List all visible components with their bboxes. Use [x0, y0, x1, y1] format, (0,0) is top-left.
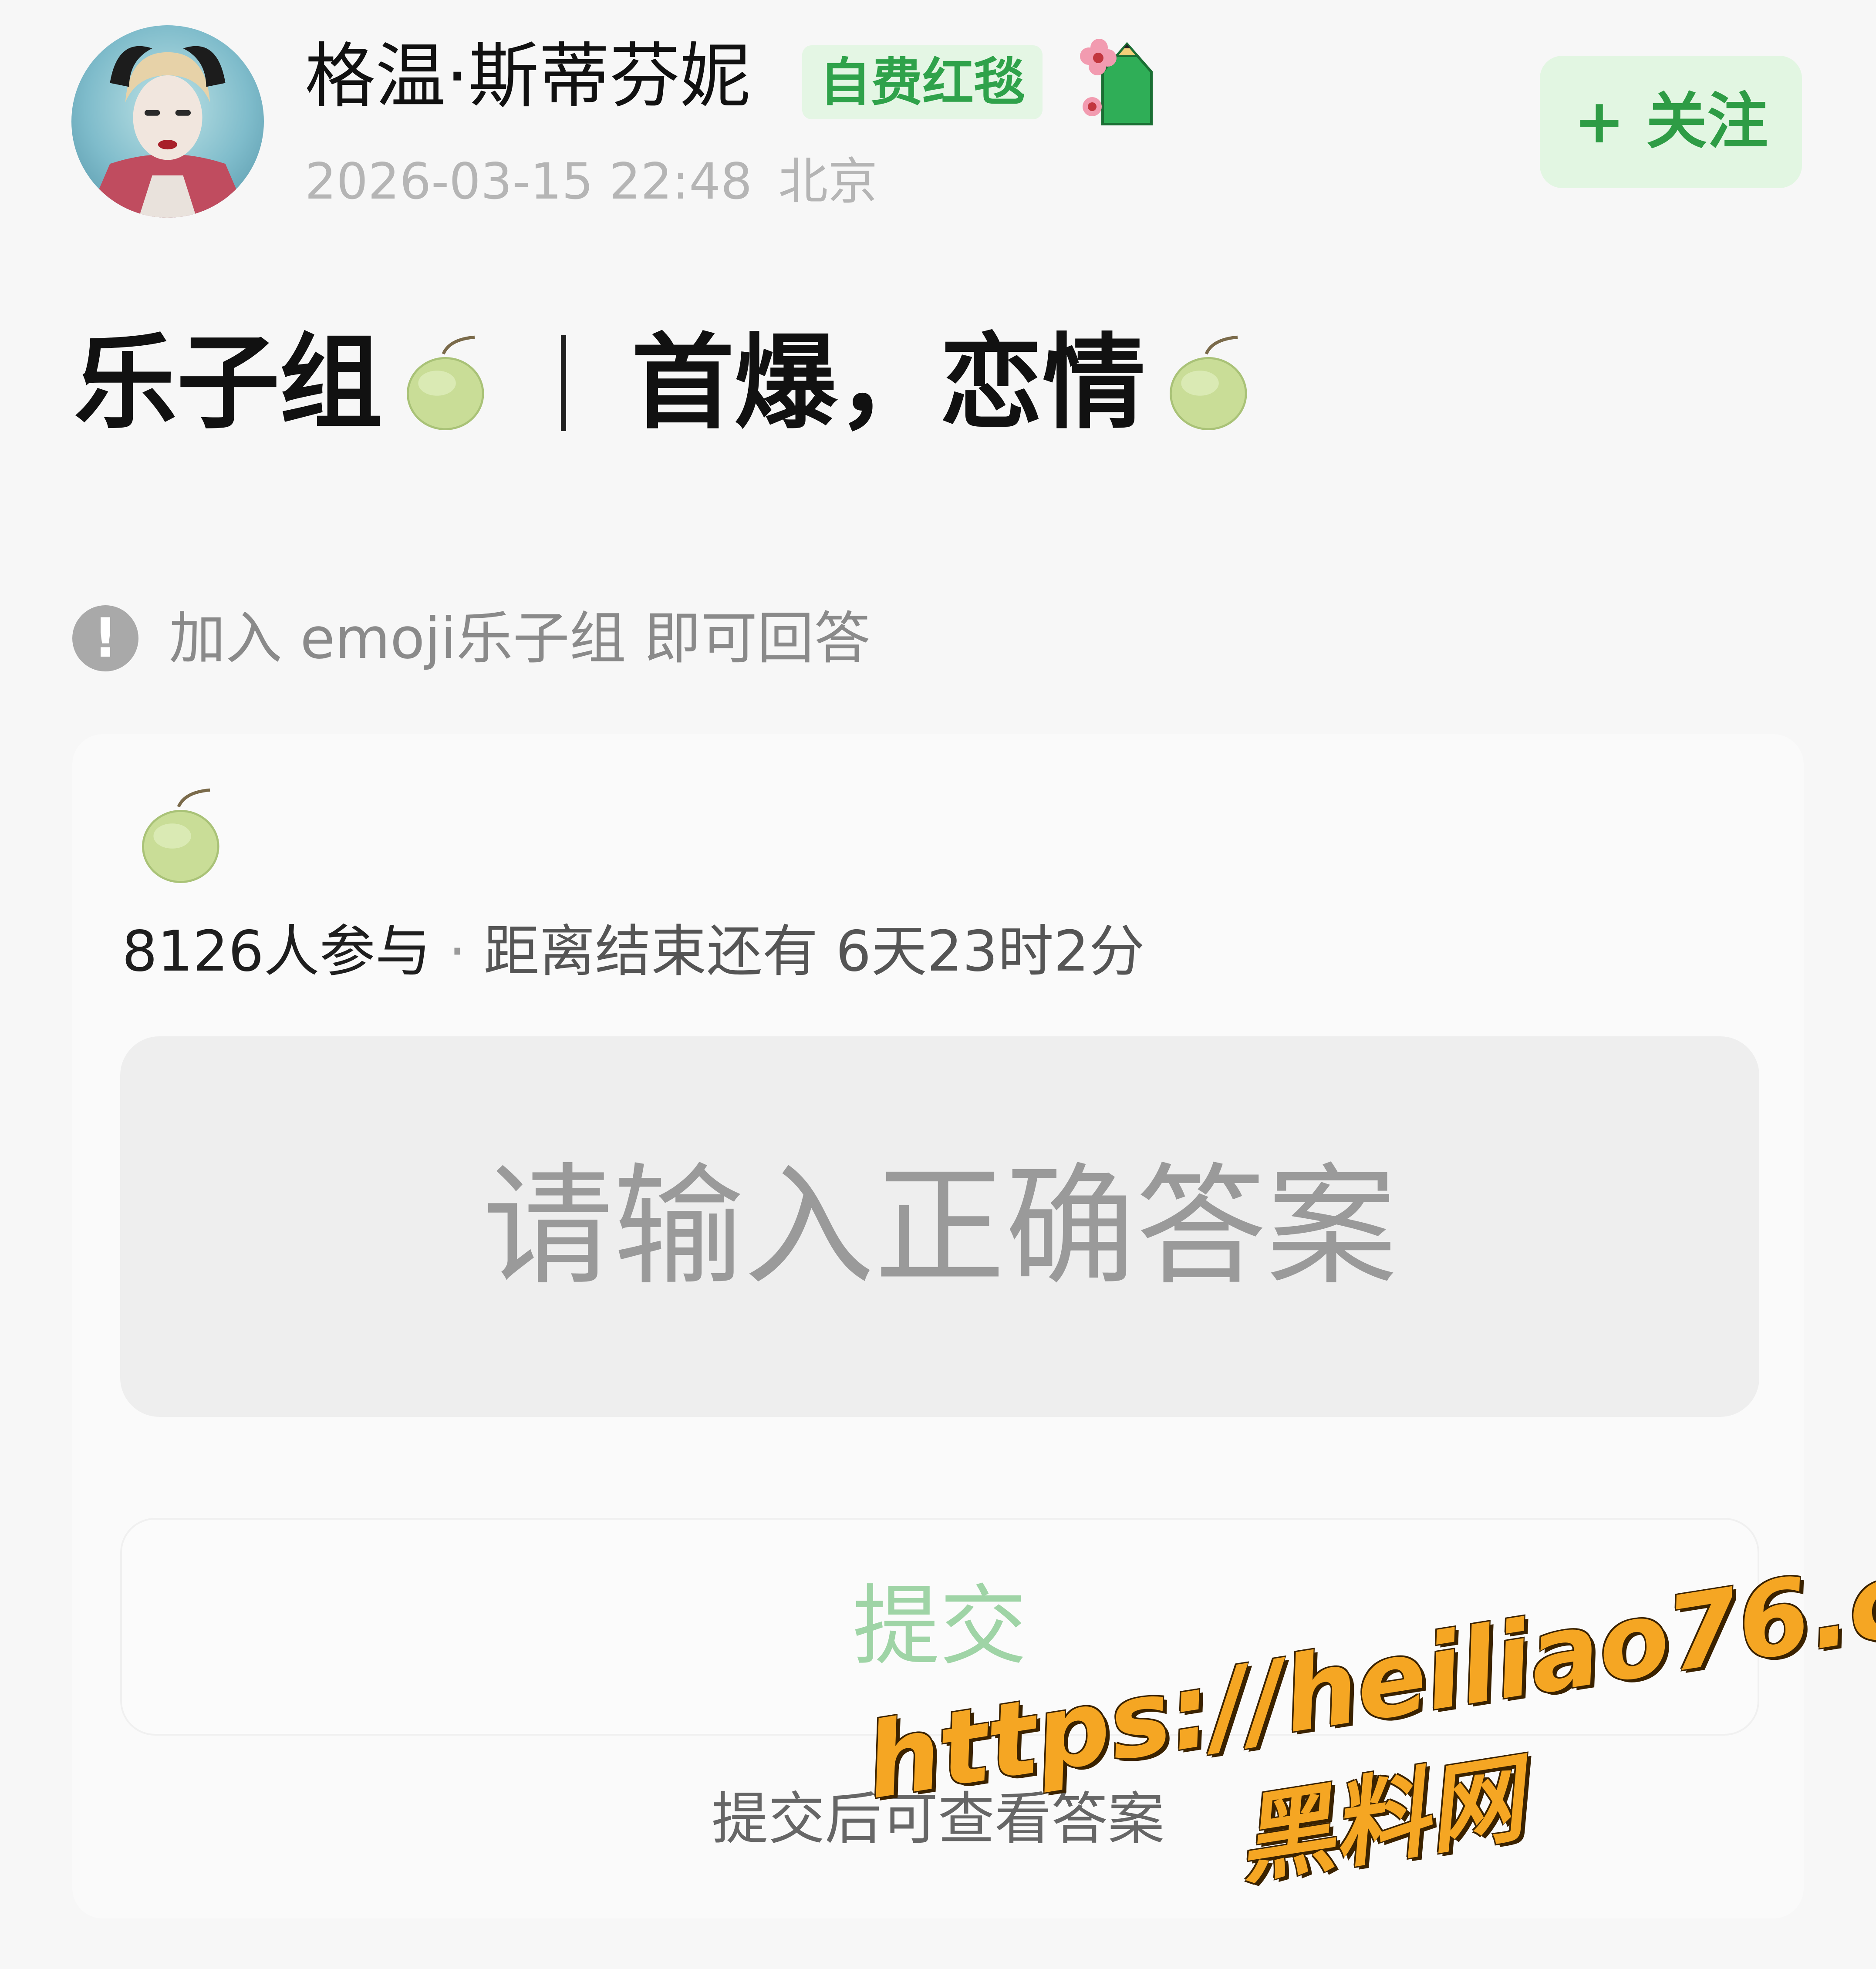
avatar-portrait [87, 46, 249, 218]
badge-label: 自费红毯 [802, 45, 1043, 119]
post-location: 北京 [778, 152, 878, 210]
melon-icon [1154, 331, 1259, 435]
join-hint: ! 加入 emoji乐子组 即可回答 [72, 605, 871, 671]
exclamation-icon: ! [72, 605, 138, 671]
title-part2: 首爆，恋情 [631, 323, 1146, 443]
hint-text[interactable]: 加入 emoji乐子组 即可回答 [169, 610, 871, 667]
flower-pencil-icon [1076, 37, 1164, 128]
follow-button[interactable]: + 关注 [1540, 56, 1802, 188]
answer-input[interactable] [120, 1036, 1759, 1417]
post-meta: 2026-03-15 22:48 北京 [305, 157, 877, 206]
post-date: 2026-03-15 22:48 [305, 152, 752, 210]
participant-count: 8126人参与 [122, 919, 431, 984]
author-name[interactable]: 格温·斯蒂芬妮 [305, 41, 751, 112]
melon-icon [126, 784, 231, 890]
title-part1: 乐子组 [74, 323, 383, 443]
stats-separator: · [448, 919, 466, 984]
post-title: 乐子组 首爆，恋情 [74, 322, 1259, 444]
quiz-stats: 8126人参与 · 距离结束还有 6天23时2分 [122, 924, 1145, 980]
melon-icon [391, 331, 496, 435]
title-divider [561, 335, 567, 431]
countdown-text: 距离结束还有 6天23时2分 [483, 919, 1145, 984]
avatar[interactable] [71, 25, 264, 218]
